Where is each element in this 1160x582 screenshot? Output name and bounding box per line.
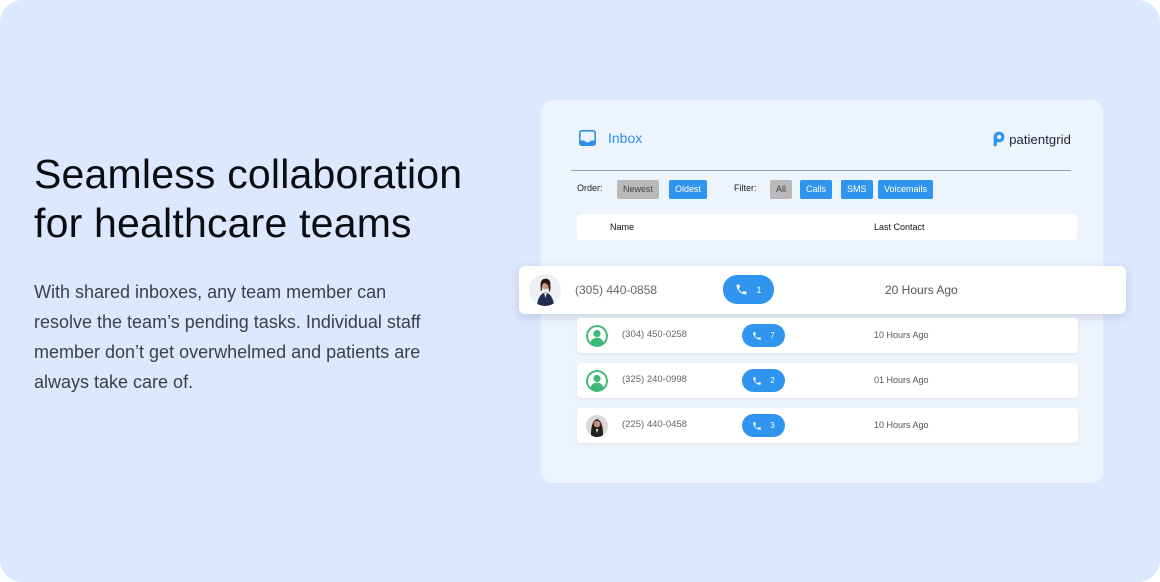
call-count: 3 <box>770 421 775 430</box>
last-contact-time: 10 Hours Ago <box>874 330 929 340</box>
order-newest-button[interactable]: Newest <box>617 180 660 199</box>
woman-photo-avatar <box>586 415 608 437</box>
contact-phone[interactable]: (304) 450-0258 <box>622 329 687 340</box>
contact-row[interactable]: (225) 440-0458 3 10 Hours Ago <box>577 408 1078 443</box>
filter-label: Filter: <box>734 183 757 193</box>
default-user-avatar-icon <box>586 370 608 392</box>
inbox-controls: Order: Newest Oldest Filter: All Calls S… <box>577 180 997 199</box>
promo-banner: Seamless collaboration for healthcare te… <box>0 0 1160 582</box>
call-count-button[interactable]: 3 <box>742 414 785 437</box>
headline: Seamless collaboration for healthcare te… <box>34 150 534 248</box>
call-count-button[interactable]: 1 <box>723 275 774 304</box>
contact-phone[interactable]: (325) 240-0998 <box>622 374 687 385</box>
column-last-contact-header[interactable]: Last Contact <box>874 222 925 232</box>
phone-icon <box>737 284 747 295</box>
brand-name: patientgrid <box>1009 131 1071 147</box>
phone-icon <box>753 421 762 430</box>
call-count: 2 <box>770 376 775 385</box>
contact-row[interactable]: (325) 240-0998 2 01 Hours Ago <box>577 363 1078 398</box>
table-header: Name Last Contact <box>577 214 1077 240</box>
filter-voicemails-button[interactable]: Voicemails <box>878 180 934 199</box>
header-divider <box>571 170 1071 171</box>
last-contact-time: 01 Hours Ago <box>874 375 929 385</box>
last-contact-time: 10 Hours Ago <box>874 420 929 430</box>
contact-row[interactable]: (304) 450-0258 7 10 Hours Ago <box>577 318 1078 353</box>
phone-icon <box>753 376 762 385</box>
call-count-button[interactable]: 2 <box>742 369 785 392</box>
order-label: Order: <box>577 183 603 193</box>
column-name-header[interactable]: Name <box>610 222 634 232</box>
phone-icon <box>753 331 762 340</box>
inbox-title[interactable]: Inbox <box>608 130 642 146</box>
patientgrid-logo-icon <box>993 131 1005 147</box>
woman-photo-avatar <box>529 274 561 306</box>
contact-phone[interactable]: (305) 440-0858 <box>575 283 657 297</box>
headline-line-1: Seamless collaboration <box>34 151 463 197</box>
filter-all-button[interactable]: All <box>770 180 793 199</box>
default-user-avatar-icon <box>586 325 608 347</box>
headline-line-2: for healthcare teams <box>34 200 412 246</box>
contact-row-highlighted[interactable]: (305) 440-0858 1 20 Hours Ago <box>519 266 1126 314</box>
call-count: 7 <box>770 331 775 340</box>
order-oldest-button[interactable]: Oldest <box>669 180 708 199</box>
filter-sms-button[interactable]: SMS <box>841 180 873 199</box>
inbox-icon <box>579 130 596 146</box>
body-copy: With shared inboxes, any team member can… <box>34 282 421 392</box>
brand: patientgrid <box>993 130 1071 148</box>
last-contact-time: 20 Hours Ago <box>885 283 958 297</box>
call-count: 1 <box>756 284 762 295</box>
call-count-button[interactable]: 7 <box>742 324 785 347</box>
inbox-header: Inbox patientgrid <box>577 128 1071 150</box>
contact-phone[interactable]: (225) 440-0458 <box>622 419 687 430</box>
filter-calls-button[interactable]: Calls <box>800 180 833 199</box>
